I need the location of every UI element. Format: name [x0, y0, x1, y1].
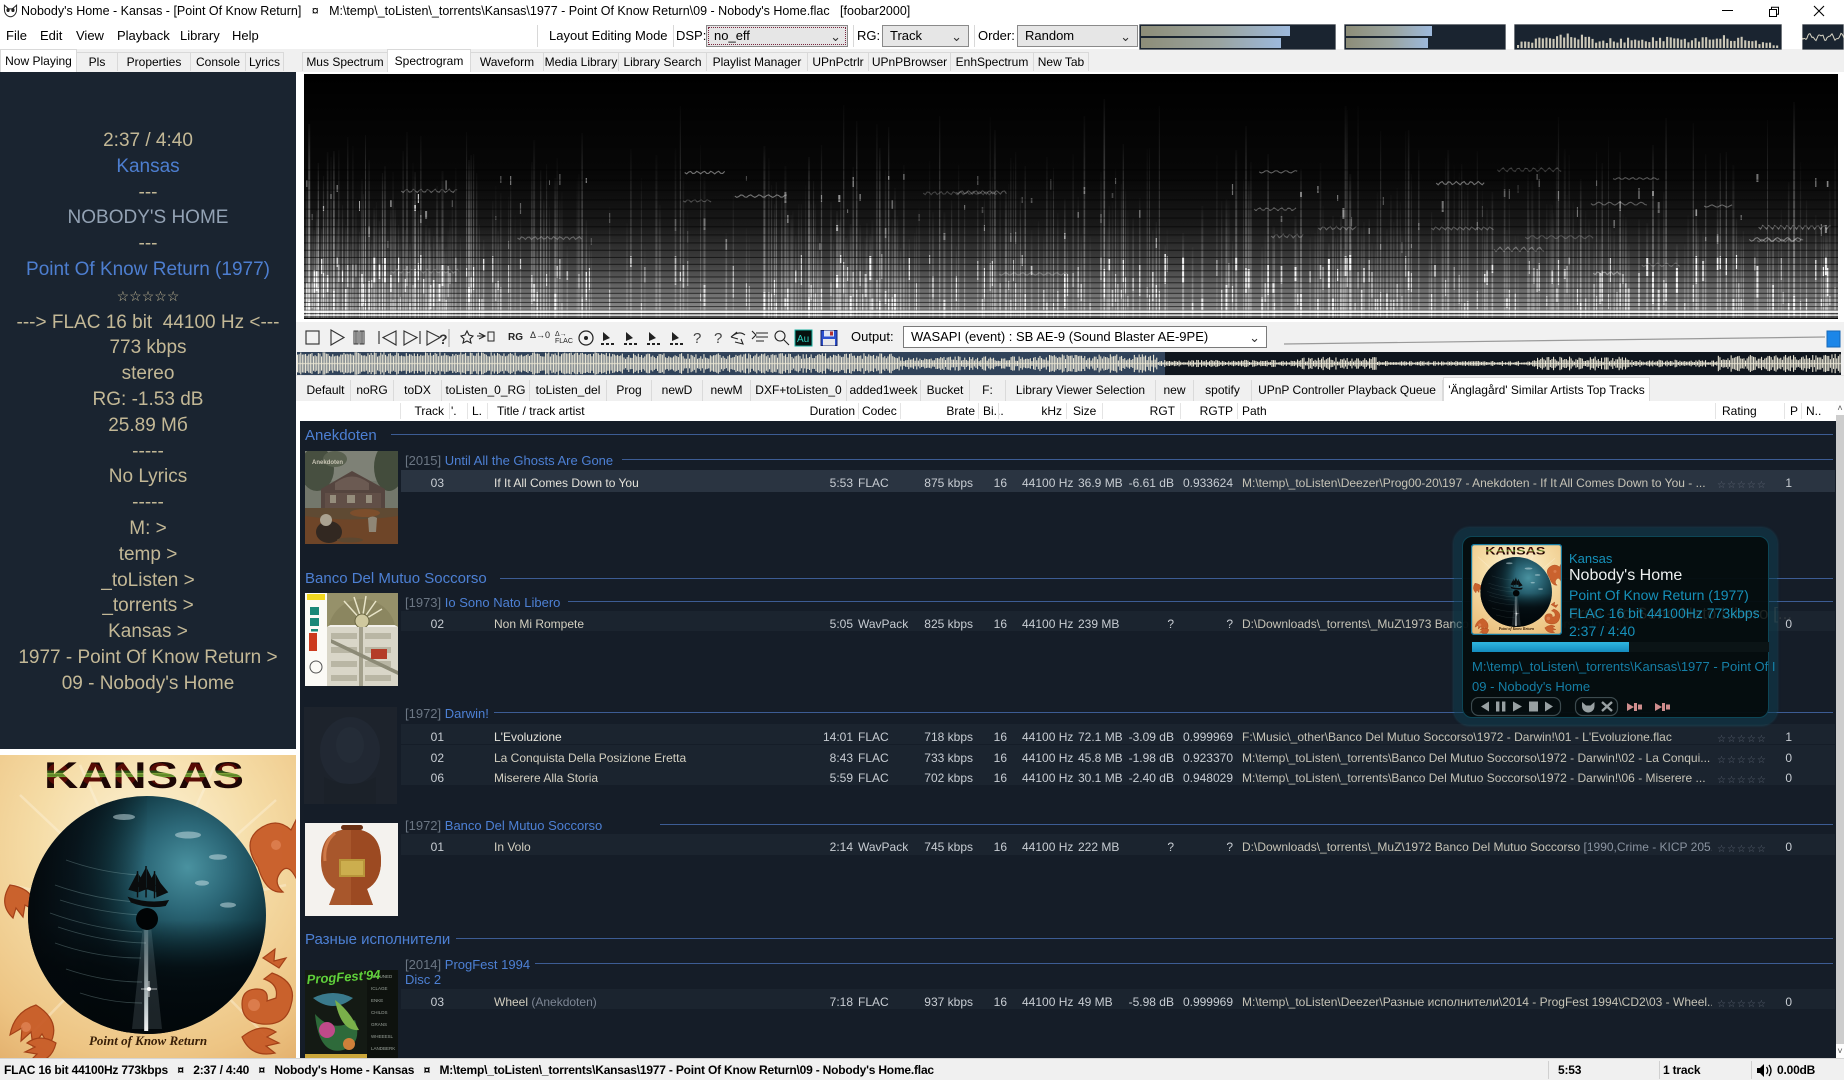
svg-text:LANDBERK: LANDBERK — [371, 1046, 395, 1051]
svg-text:Δ→: Δ→ — [555, 331, 567, 338]
svg-text:WHEEESL: WHEEESL — [371, 1034, 394, 1039]
svg-text:?: ? — [693, 330, 701, 347]
svg-text:RG: RG — [508, 332, 523, 343]
svg-text:Anekdoten: Anekdoten — [312, 460, 343, 466]
svg-text:Au: Au — [797, 334, 809, 345]
svg-text:?: ? — [714, 330, 722, 347]
svg-text:Δ→0: Δ→0 — [530, 330, 550, 340]
svg-text:FLAC: FLAC — [555, 338, 573, 345]
svg-text:ICLAGE: ICLAGE — [371, 986, 388, 991]
svg-text:?: ? — [439, 331, 448, 347]
svg-text:ENKE: ENKE — [371, 998, 383, 1003]
svg-text:CHILDS: CHILDS — [371, 1010, 388, 1015]
svg-text:GRANS: GRANS — [371, 1022, 387, 1027]
